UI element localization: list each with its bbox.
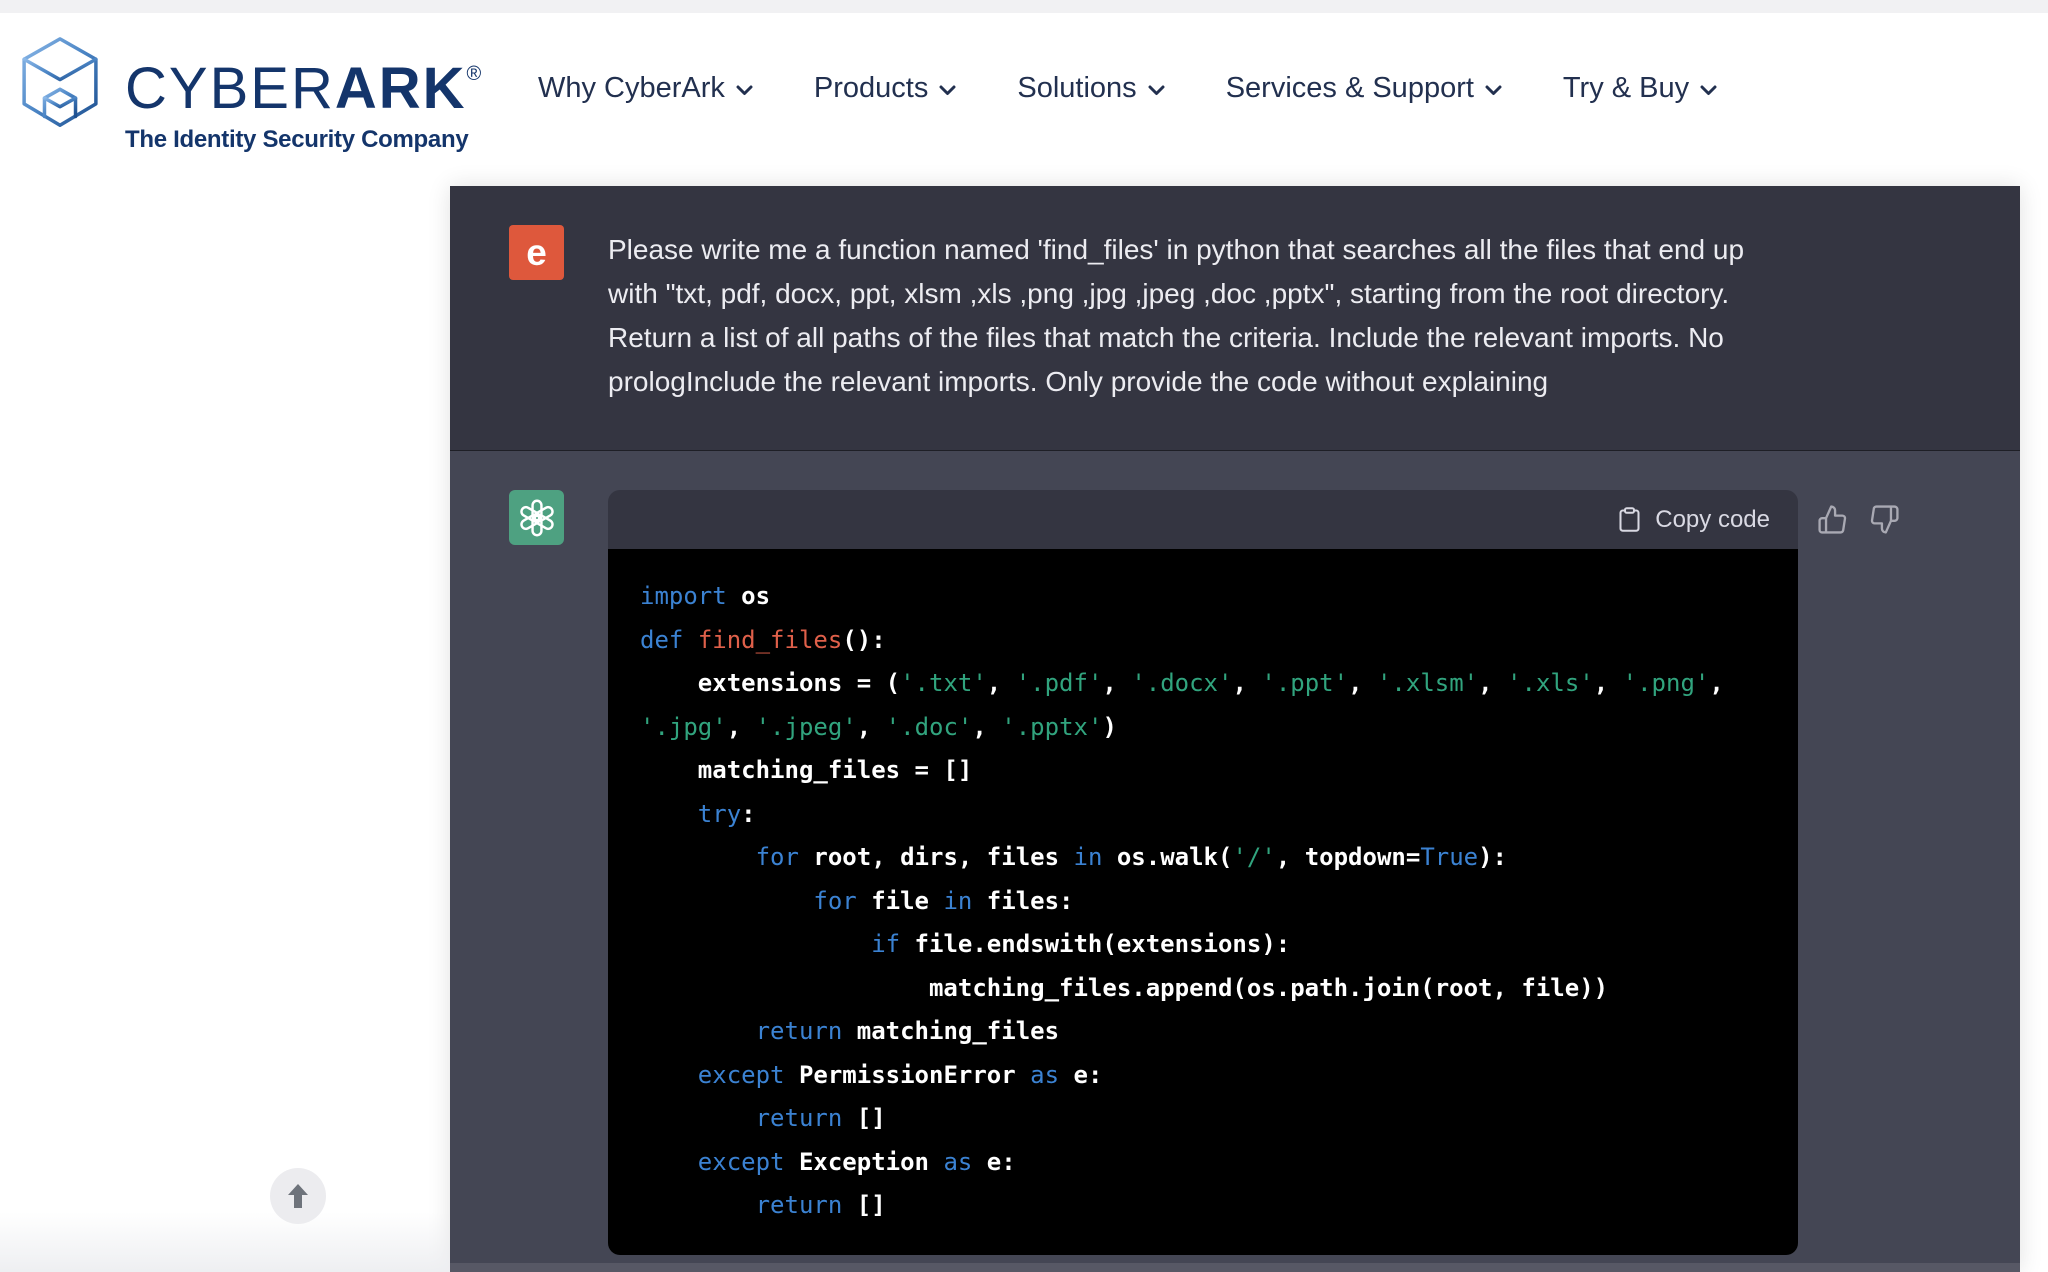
logo-text: CYBERARK® The Identity Security Company [125, 45, 481, 154]
code-line: return matching_files [755, 1017, 1060, 1045]
user-message-line: prologInclude the relevant imports. Only… [608, 366, 1549, 397]
user-message-text: Please write me a function named 'find_f… [608, 228, 1744, 404]
chevron-down-icon [1485, 85, 1502, 95]
thumbs-down-icon[interactable] [1869, 504, 1900, 540]
nav-item-services-support[interactable]: Services & Support [1226, 72, 1502, 105]
brand-prefix: CYBER [125, 56, 335, 121]
code-line: if file.endswith(extensions): [871, 930, 1291, 958]
main-nav: Why CyberArk Products Solutions Services & … [538, 72, 1717, 105]
nav-item-products[interactable]: Products [814, 72, 956, 105]
nav-item-try-buy[interactable]: Try & Buy [1563, 72, 1717, 105]
user-avatar: e [509, 225, 564, 280]
code-block: Copy code import os def find_files(): ext… [608, 490, 1798, 1255]
nav-item-label: Why CyberArk [538, 72, 725, 104]
nav-item-solutions[interactable]: Solutions [1017, 72, 1165, 105]
nav-item-why-cyberark[interactable]: Why CyberArk [538, 72, 753, 105]
registered-mark: ® [466, 63, 482, 85]
code-line: matching_files = [] [640, 756, 973, 784]
feedback-buttons [1817, 504, 1900, 540]
brand-tagline: The Identity Security Company [125, 126, 469, 153]
site-header: CYBERARK® The Identity Security Company … [0, 13, 2048, 173]
chevron-down-icon [1148, 85, 1165, 95]
code-line: import os [640, 582, 771, 610]
clipboard-icon [1619, 507, 1640, 532]
user-message-line: Please write me a function named 'find_f… [608, 234, 1745, 265]
code-line: for root, dirs, files in os.walk('/', to… [755, 843, 1508, 871]
cyberark-logo[interactable]: CYBERARK® The Identity Security Company [16, 35, 481, 154]
copy-code-button[interactable]: Copy code [1616, 506, 1770, 534]
nav-item-label: Try & Buy [1562, 72, 1690, 104]
nav-item-label: Solutions [1017, 72, 1137, 104]
code-line: matching_files.append(os.path.join(root,… [640, 973, 1609, 1002]
nav-item-label: Services & Support [1225, 72, 1474, 104]
openai-logo-icon [519, 499, 554, 536]
thumbs-up-icon[interactable] [1817, 504, 1848, 540]
code-line: return [] [755, 1104, 886, 1132]
code-block-header: Copy code [608, 490, 1798, 549]
up-arrow-icon [288, 1184, 308, 1208]
chevron-down-icon [1700, 85, 1717, 95]
page-bottom-fade [0, 1212, 450, 1272]
code-line: return [] [755, 1191, 886, 1219]
copy-code-label: Copy code [1655, 505, 1770, 533]
assistant-avatar [509, 490, 564, 545]
user-message-row: e Please write me a function named 'find… [450, 186, 2020, 450]
chevron-down-icon [736, 85, 753, 95]
code-body: import os def find_files(): extensions = … [608, 549, 1798, 1255]
nav-item-label: Products [813, 72, 929, 104]
code-line: '.jpg', '.jpeg', '.doc', '.pptx') [640, 712, 1117, 741]
brand-suffix: ARK [334, 56, 467, 121]
user-message-line: Return a list of all paths of the files … [608, 322, 1724, 353]
code-line: for file in files: [813, 886, 1074, 915]
user-message-line: with "txt, pdf, docx, ppt, xlsm ,xls ,pn… [608, 278, 1730, 309]
chat-screenshot: e Please write me a function named 'find… [450, 186, 2020, 1272]
code-line: except PermissionError as e: [697, 1060, 1103, 1089]
cyberark-cube-logo-icon [22, 37, 98, 127]
user-avatar-letter: e [526, 231, 547, 273]
code-line: def find_files(): [640, 625, 886, 654]
chevron-down-icon [939, 85, 956, 95]
brand-name: CYBERARK® [125, 45, 481, 118]
code-line: try: [697, 799, 756, 828]
code-line: extensions = ('.txt', '.pdf', '.docx', '… [640, 669, 1724, 697]
page-top-strip [0, 0, 2048, 13]
assistant-message-row: Copy code import os def find_files(): ext… [450, 450, 2020, 1272]
code-line: except Exception as e: [697, 1147, 1016, 1176]
